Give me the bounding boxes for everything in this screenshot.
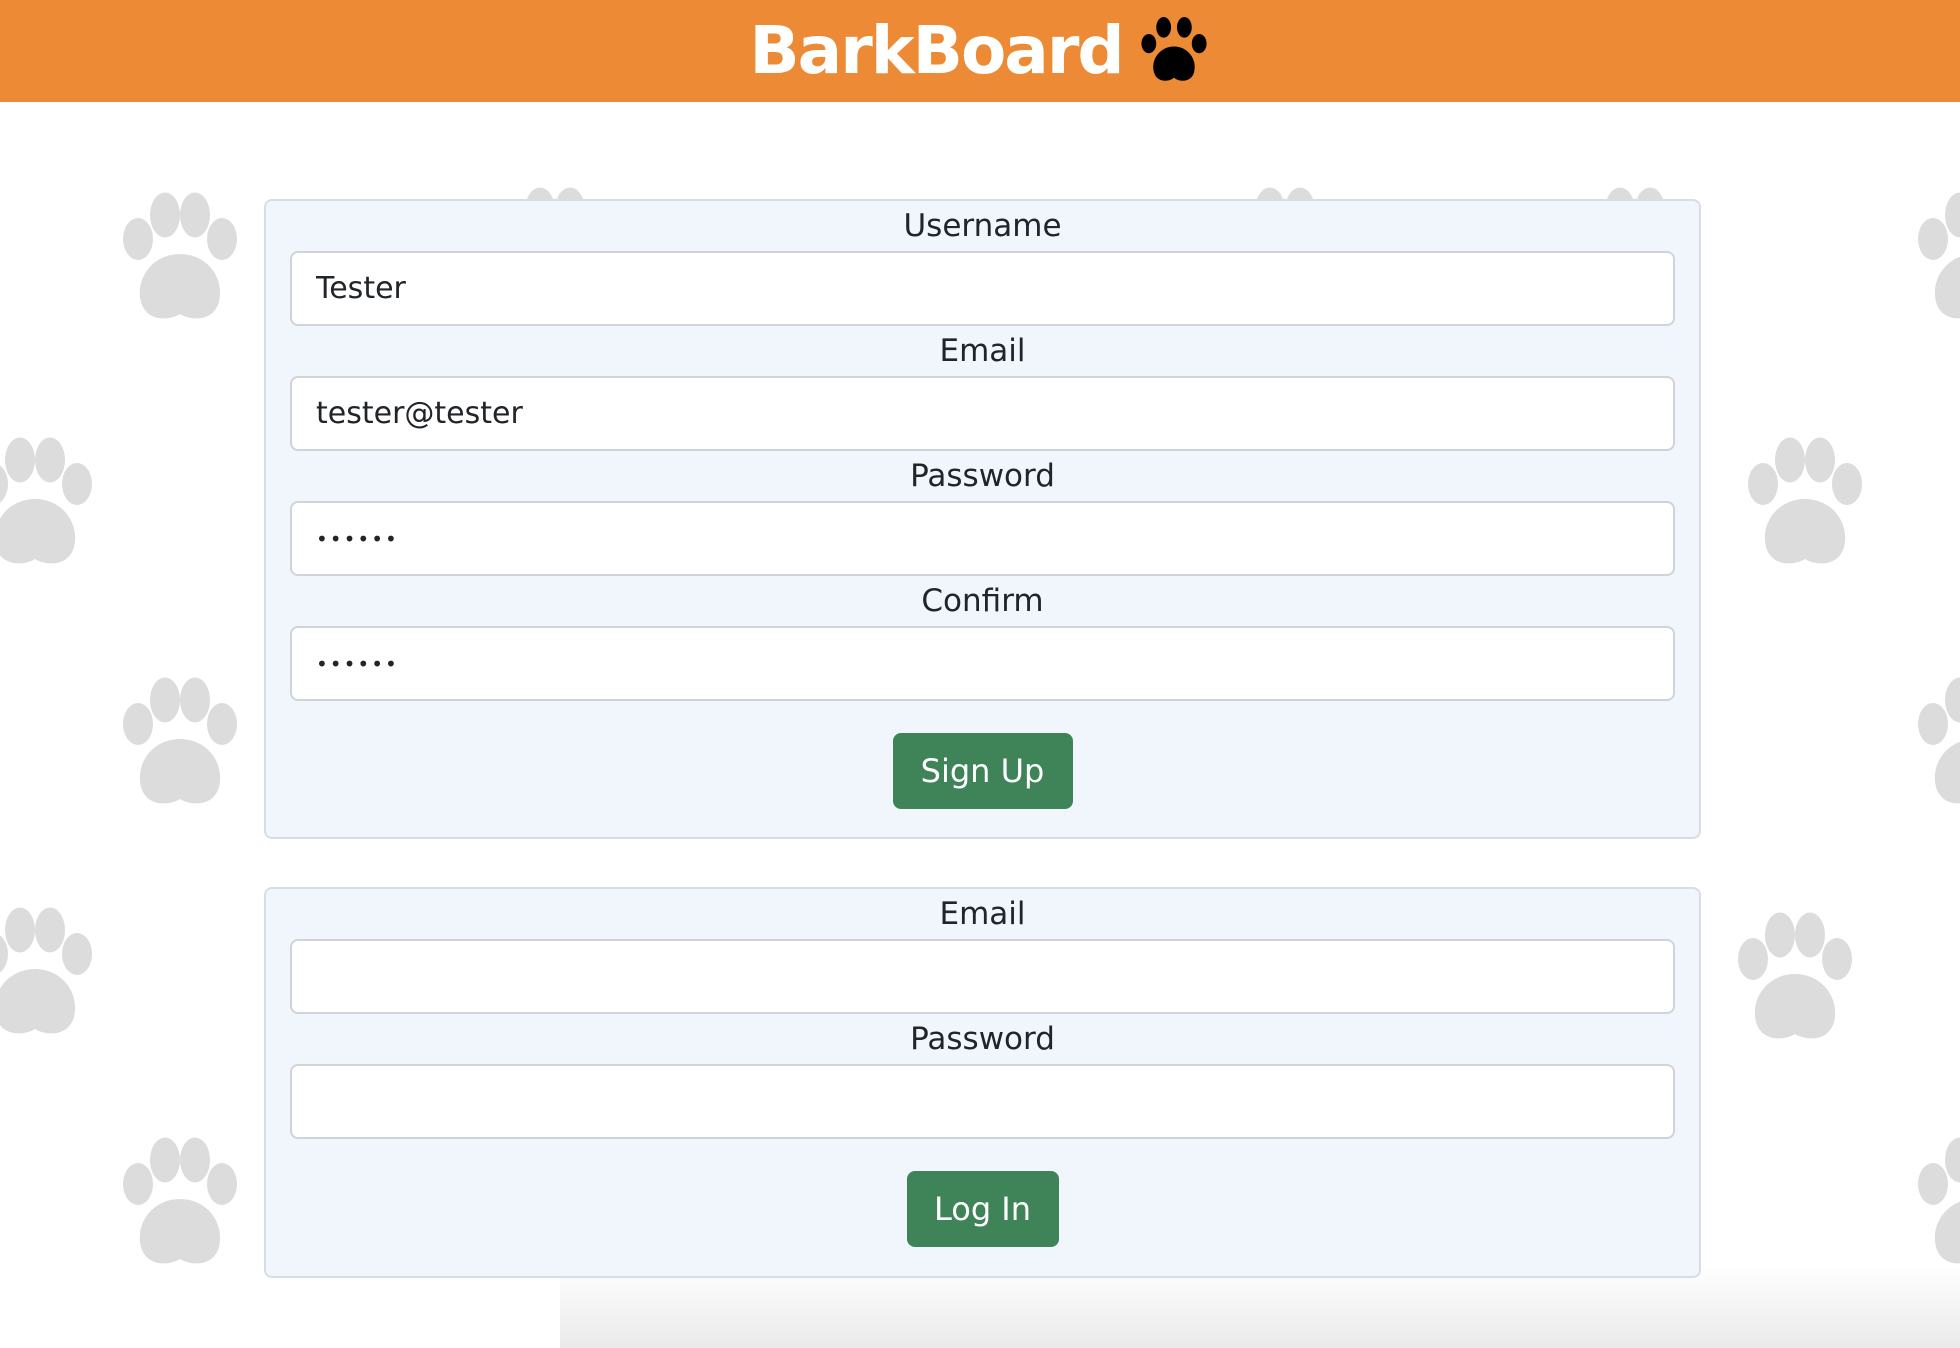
paw-print-icon	[1918, 192, 1960, 319]
paw-print-icon	[123, 677, 237, 804]
username-input[interactable]	[290, 251, 1675, 326]
paw-icon	[1141, 16, 1207, 81]
confirm-password-input[interactable]	[290, 626, 1675, 701]
confirm-password-label: Confirm	[921, 583, 1044, 619]
brand-logo[interactable]: BarkBoard	[749, 14, 1210, 88]
signup-password-input[interactable]	[290, 501, 1675, 576]
paw-print-icon	[1918, 1137, 1960, 1264]
paw-print-icon	[123, 192, 237, 319]
login-form: Email Password Log In	[264, 887, 1701, 1278]
login-email-label: Email	[939, 896, 1026, 932]
login-password-input[interactable]	[290, 1064, 1675, 1139]
paw-print-icon	[1748, 437, 1862, 564]
paw-print-icon	[0, 437, 92, 564]
login-password-label: Password	[910, 1021, 1055, 1057]
login-email-input[interactable]	[290, 939, 1675, 1014]
paw-print-icon	[0, 907, 92, 1034]
sign-up-button[interactable]: Sign Up	[892, 733, 1073, 809]
username-label: Username	[903, 208, 1062, 244]
signup-email-input[interactable]	[290, 376, 1675, 451]
signup-form: Username Email Password Confirm Sign Up	[264, 199, 1701, 839]
signup-email-label: Email	[939, 333, 1026, 369]
login-button-row: Log In	[290, 1171, 1675, 1247]
brand-name: BarkBoard	[749, 12, 1124, 89]
signup-button-row: Sign Up	[290, 733, 1675, 809]
app-header: BarkBoard	[0, 0, 1960, 102]
paw-print-icon	[123, 1137, 237, 1264]
log-in-button[interactable]: Log In	[906, 1171, 1059, 1247]
paw-print-icon	[1918, 677, 1960, 804]
paw-print-icon	[1738, 912, 1852, 1039]
signup-password-label: Password	[910, 458, 1055, 494]
